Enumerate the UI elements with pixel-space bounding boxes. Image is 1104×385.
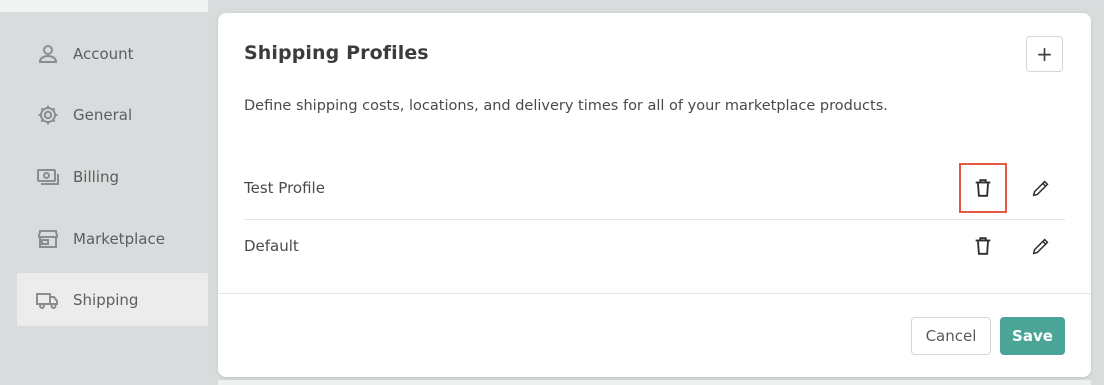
row-actions	[959, 156, 1065, 219]
top-strip	[0, 0, 208, 12]
page-title: Shipping Profiles	[244, 42, 429, 64]
profile-name: Test Profile	[244, 178, 325, 197]
gear-icon	[35, 102, 61, 128]
profile-row: Test Profile	[244, 156, 1065, 220]
edit-profile-button[interactable]	[1017, 163, 1065, 213]
sidebar-item-label: Shipping	[73, 290, 139, 309]
sidebar-item-label: General	[73, 105, 133, 124]
row-actions	[959, 220, 1065, 272]
sidebar-item-shipping[interactable]: Shipping	[17, 273, 208, 326]
sidebar-item-label: Account	[73, 44, 134, 63]
sidebar-item-general[interactable]: General	[17, 88, 208, 141]
profile-name: Default	[244, 237, 299, 255]
delete-profile-button[interactable]	[959, 221, 1007, 271]
person-icon	[35, 41, 61, 67]
pencil-icon	[1032, 238, 1049, 255]
storefront-icon	[35, 226, 61, 252]
edit-profile-button[interactable]	[1017, 221, 1065, 271]
card-description: Define shipping costs, locations, and de…	[244, 98, 888, 114]
delete-profile-button[interactable]	[959, 162, 1007, 213]
cancel-button[interactable]: Cancel	[911, 317, 991, 355]
bottom-strip	[218, 380, 1091, 385]
shipping-profiles-card: Shipping Profiles + Define shipping cost…	[218, 13, 1091, 377]
save-button[interactable]: Save	[1000, 317, 1065, 355]
profile-row: Default	[244, 220, 1065, 272]
truck-icon	[35, 287, 61, 313]
trash-icon	[975, 237, 991, 255]
sidebar-item-account[interactable]: Account	[17, 27, 208, 80]
trash-icon	[975, 178, 991, 197]
add-profile-button[interactable]: +	[1026, 36, 1063, 72]
footer-divider	[218, 293, 1091, 294]
sidebar-item-marketplace[interactable]: Marketplace	[17, 212, 208, 265]
sidebar-item-billing[interactable]: Billing	[17, 150, 208, 203]
pencil-icon	[1032, 180, 1049, 196]
settings-sidebar: Account General Billing Marketplace Ship…	[0, 12, 208, 385]
money-icon	[35, 164, 61, 190]
sidebar-item-label: Marketplace	[73, 229, 165, 248]
sidebar-item-label: Billing	[73, 167, 119, 186]
